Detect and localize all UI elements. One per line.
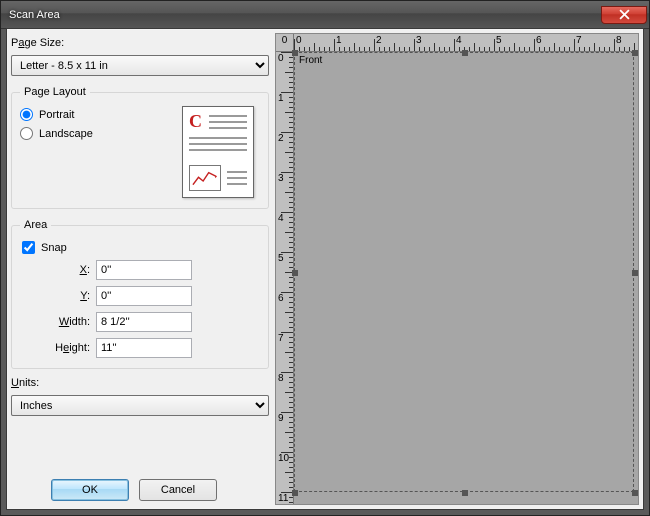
ruler-h-number: 1 <box>336 35 342 46</box>
titlebar: Scan Area <box>1 1 649 29</box>
close-icon <box>619 9 630 20</box>
resize-handle[interactable] <box>292 50 298 56</box>
ruler-v-number: 4 <box>278 213 284 224</box>
left-panel: Page Size: Letter - 8.5 x 11 in Page Lay… <box>11 33 269 505</box>
ruler-h-number: 3 <box>416 35 422 46</box>
portrait-radio[interactable]: Portrait <box>20 108 172 121</box>
ruler-v-number: 5 <box>278 253 284 264</box>
landscape-radio-input[interactable] <box>20 127 33 140</box>
ruler-v-number: 0 <box>278 53 284 64</box>
thumb-chart-icon <box>189 165 221 191</box>
button-bar: OK Cancel <box>11 473 269 505</box>
preview-canvas[interactable]: Front <box>294 52 638 504</box>
height-field[interactable] <box>96 338 192 358</box>
ruler-h-number: 5 <box>496 35 502 46</box>
preview-pane: 0 0 1 2 3 4 5 6 7 8 0 1 2 3 4 5 6 7 8 9 10 11 Front <box>275 33 639 505</box>
landscape-radio[interactable]: Landscape <box>20 127 172 140</box>
snap-checkbox-label: Snap <box>41 242 67 254</box>
front-label: Front <box>299 55 322 66</box>
page-size-select[interactable]: Letter - 8.5 x 11 in <box>11 55 269 76</box>
resize-handle[interactable] <box>292 490 298 496</box>
area-legend: Area <box>20 219 51 231</box>
y-label: Y: <box>20 290 90 302</box>
resize-handle[interactable] <box>632 270 638 276</box>
height-label: Height: <box>20 342 90 354</box>
ruler-v-number: 9 <box>278 413 284 424</box>
ruler-v-number: 10 <box>278 453 289 464</box>
ok-button[interactable]: OK <box>51 479 129 501</box>
resize-handle[interactable] <box>632 50 638 56</box>
window-title: Scan Area <box>9 9 544 21</box>
page-layout-legend: Page Layout <box>20 86 90 98</box>
ruler-v-number: 3 <box>278 173 284 184</box>
ruler-v-number: 6 <box>278 293 284 304</box>
units-label: Units: <box>11 377 269 389</box>
snap-checkbox[interactable]: Snap <box>22 241 260 254</box>
resize-handle[interactable] <box>292 270 298 276</box>
landscape-radio-label: Landscape <box>39 128 93 140</box>
cancel-button[interactable]: Cancel <box>139 479 217 501</box>
ruler-v-number: 11 <box>278 493 288 504</box>
page-size-label: Page Size: <box>11 37 269 49</box>
ruler-vertical: 0 1 2 3 4 5 6 7 8 9 10 11 <box>276 52 294 504</box>
ruler-h-number: 6 <box>536 35 542 46</box>
resize-handle[interactable] <box>632 490 638 496</box>
page-layout-group: Page Layout Portrait Landscape C <box>11 86 269 209</box>
portrait-radio-label: Portrait <box>39 109 74 121</box>
titlebar-buttons <box>544 6 647 24</box>
ruler-v-number: 2 <box>278 133 284 144</box>
x-label: X: <box>20 264 90 276</box>
area-group: Area Snap X: Y: Width: <box>11 219 269 369</box>
y-field[interactable] <box>96 286 192 306</box>
ruler-h-number: 0 <box>296 35 302 46</box>
close-button[interactable] <box>601 6 647 24</box>
ruler-v-number: 1 <box>278 93 284 104</box>
resize-handle[interactable] <box>462 490 468 496</box>
page-outline[interactable]: Front <box>294 52 634 492</box>
ruler-h-number: 4 <box>456 35 462 46</box>
x-field[interactable] <box>96 260 192 280</box>
ruler-h-number: 8 <box>616 35 622 46</box>
portrait-radio-input[interactable] <box>20 108 33 121</box>
width-label: Width: <box>20 316 90 328</box>
dialog-client: Page Size: Letter - 8.5 x 11 in Page Lay… <box>6 28 644 510</box>
ruler-v-number: 8 <box>278 373 284 384</box>
units-select[interactable]: Inches <box>11 395 269 416</box>
ruler-h-number: 2 <box>376 35 382 46</box>
layout-thumbnail: C <box>182 106 254 198</box>
width-field[interactable] <box>96 312 192 332</box>
ruler-h-number: 7 <box>576 35 582 46</box>
thumb-letter-c: C <box>189 113 205 131</box>
snap-checkbox-input[interactable] <box>22 241 35 254</box>
resize-handle[interactable] <box>462 50 468 56</box>
ruler-v-number: 7 <box>278 333 284 344</box>
